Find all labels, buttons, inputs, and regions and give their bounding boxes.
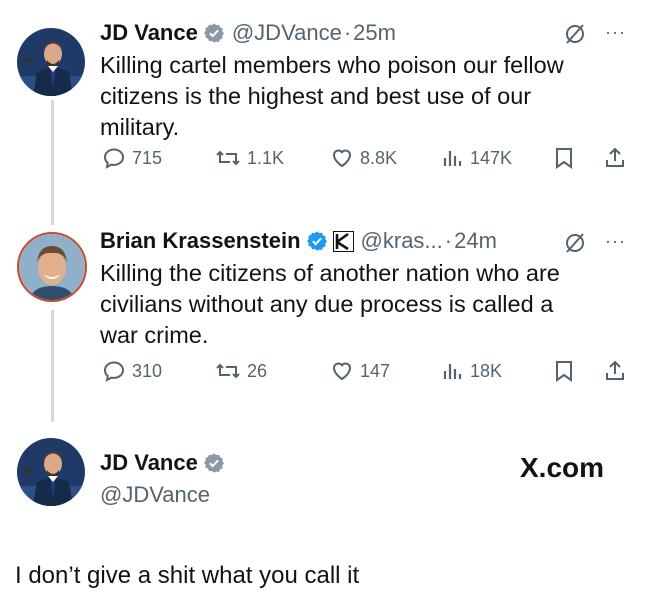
bookmark-icon	[553, 146, 575, 170]
thread-line	[51, 310, 54, 422]
affiliate-badge-icon	[332, 230, 354, 252]
bookmark-button[interactable]	[553, 146, 575, 170]
separator: ·	[343, 20, 352, 45]
timestamp[interactable]: 24m	[454, 228, 497, 254]
tweet-text: Killing the citizens of another nation w…	[100, 258, 560, 351]
avatar[interactable]	[17, 438, 85, 506]
share-button[interactable]	[603, 146, 627, 170]
views-button[interactable]: 147K	[440, 146, 512, 170]
share-icon	[603, 359, 627, 383]
tweet-text-line: Killing cartel members who poison our fe…	[100, 52, 564, 78]
repost-count: 26	[247, 360, 268, 381]
like-button[interactable]: 8.8K	[330, 146, 397, 170]
card-header: JD Vance	[100, 450, 225, 476]
share-button[interactable]	[603, 359, 627, 383]
reply-button[interactable]: 715	[102, 146, 162, 170]
grok-icon[interactable]	[563, 231, 587, 260]
avatar[interactable]	[17, 28, 85, 96]
more-icon[interactable]: ···	[605, 22, 626, 43]
author-handle[interactable]: @JDVance	[100, 482, 210, 508]
tweet-text-line: citizens is the highest and best use of …	[100, 83, 532, 109]
tweet-text-line: war crime.	[100, 322, 209, 348]
like-button[interactable]: 147	[330, 359, 390, 383]
author-name[interactable]: Brian Krassenstein	[100, 228, 301, 254]
author-handle[interactable]: @JDVance	[232, 20, 342, 46]
bookmark-button[interactable]	[553, 359, 575, 383]
tweet-header: Brian Krassenstein @kras... · 24m	[100, 228, 497, 254]
more-icon[interactable]: ···	[605, 231, 626, 252]
like-icon	[330, 146, 354, 170]
views-icon	[440, 359, 464, 383]
like-count: 147	[360, 360, 391, 381]
author-name[interactable]: JD Vance	[100, 450, 198, 476]
views-count: 18K	[470, 360, 503, 381]
share-icon	[603, 146, 627, 170]
repost-button[interactable]: 1.1K	[215, 146, 284, 170]
avatar[interactable]	[17, 232, 87, 302]
repost-button[interactable]: 26	[215, 359, 267, 383]
repost-icon	[215, 359, 241, 383]
like-icon	[330, 359, 354, 383]
timestamp[interactable]: 25m	[353, 20, 396, 46]
views-button[interactable]: 18K	[440, 359, 502, 383]
views-icon	[440, 146, 464, 170]
tweet-text-line: military.	[100, 114, 180, 140]
reply-text: I don’t give a shit what you call it	[15, 562, 360, 589]
reply-icon	[102, 146, 126, 170]
grok-icon[interactable]	[563, 22, 587, 51]
reply-count: 310	[132, 360, 163, 381]
separator: ·	[444, 228, 453, 253]
author-handle[interactable]: @kras...	[361, 228, 443, 254]
site-label: X.com	[520, 452, 605, 483]
reply-icon	[102, 359, 126, 383]
bookmark-icon	[553, 359, 575, 383]
verified-badge-icon	[306, 230, 328, 252]
thread-line	[51, 100, 54, 225]
author-name[interactable]: JD Vance	[100, 20, 198, 46]
verified-badge-icon	[203, 22, 225, 44]
tweet-header: JD Vance @JDVance · 25m	[100, 20, 396, 46]
views-count: 147K	[470, 147, 513, 168]
reply-count: 715	[132, 147, 163, 168]
tweet-text-line: civilians without any due process is cal…	[100, 291, 554, 317]
like-count: 8.8K	[360, 147, 398, 168]
reply-button[interactable]: 310	[102, 359, 162, 383]
tweet-text-line: Killing the citizens of another nation w…	[100, 260, 560, 286]
verified-badge-icon	[203, 452, 225, 474]
repost-count: 1.1K	[247, 147, 285, 168]
repost-icon	[215, 146, 241, 170]
tweet-text: Killing cartel members who poison our fe…	[100, 50, 564, 143]
